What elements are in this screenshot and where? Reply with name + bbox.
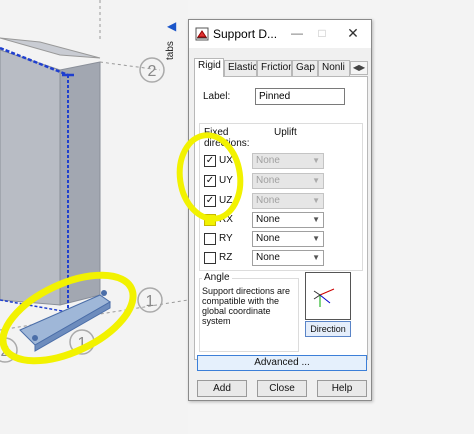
tab-gap[interactable]: Gap	[292, 60, 318, 76]
angle-caption: Angle	[202, 272, 232, 283]
arrow-left-icon[interactable]: ◀	[167, 20, 176, 32]
support-axes-icon	[313, 288, 335, 307]
chevron-down-icon: ▼	[312, 196, 320, 205]
tab-friction[interactable]: Friction	[257, 60, 292, 76]
checkbox-rz[interactable]	[204, 252, 216, 264]
model-viewport[interactable]: 2 1 2 1	[0, 0, 188, 434]
direction-row-uy: ✓ UY None ▼	[204, 173, 354, 189]
axis-bubble-1-bottom: 1	[78, 335, 87, 352]
direction-preview	[305, 272, 351, 320]
direction-row-ry: RY None ▼	[204, 231, 354, 247]
maximize-icon[interactable]: □	[312, 24, 332, 42]
checkbox-ry[interactable]	[204, 233, 216, 245]
tab-elastic[interactable]: Elastic	[224, 60, 257, 76]
direction-row-uz: ✓ UZ None ▼	[204, 193, 354, 209]
direction-row-rz: RZ None ▼	[204, 250, 354, 266]
viewport-right-area[interactable]	[380, 0, 474, 434]
uplift-select-ux: None ▼	[252, 153, 324, 169]
close-button[interactable]: Close	[257, 380, 307, 397]
dialog-tab-row: Rigid Elastic Friction Gap Nonli ◀▶	[194, 58, 368, 77]
tab-rigid[interactable]: Rigid	[194, 58, 224, 77]
chevron-down-icon: ▼	[312, 253, 320, 262]
dialog-title: Support D...	[213, 27, 278, 41]
axis-bubble-1-right: 1	[146, 293, 155, 310]
angle-description: Support directions are compatible with t…	[202, 286, 291, 326]
direction-label-ux: UX	[219, 155, 233, 166]
label-input[interactable]	[255, 88, 345, 105]
direction-row-rx: RX None ▼	[204, 212, 354, 228]
checkbox-rx[interactable]	[204, 214, 216, 226]
advanced-button[interactable]: Advanced ...	[197, 355, 367, 371]
checkbox-uy[interactable]: ✓	[204, 175, 216, 187]
uplift-select-uz: None ▼	[252, 193, 324, 209]
uplift-select-ry[interactable]: None ▼	[252, 231, 324, 247]
direction-label-uz: UZ	[219, 195, 233, 206]
chevron-down-icon: ▼	[312, 156, 320, 165]
side-tabs-label[interactable]: tabs	[165, 41, 176, 60]
axis-bubble-2-bottom: 2	[1, 343, 10, 360]
chevron-down-icon: ▼	[312, 234, 320, 243]
uplift-select-uy: None ▼	[252, 173, 324, 189]
support-app-icon	[195, 27, 209, 41]
direction-row-ux: ✓ UX None ▼	[204, 153, 354, 169]
axis-bubble-2-top: 2	[148, 63, 157, 80]
checkbox-uz[interactable]: ✓	[204, 195, 216, 207]
side-tabs-strip[interactable]: ◀ tabs	[163, 20, 183, 72]
chevron-down-icon: ▼	[312, 215, 320, 224]
minimize-icon[interactable]: —	[287, 24, 307, 42]
tab-scroll-arrows-icon[interactable]: ◀▶	[350, 61, 368, 75]
support-definition-dialog: Support D... — □ ✕ Rigid Elastic Frictio…	[188, 19, 372, 401]
fixed-directions-caption: Fixed directions:	[202, 127, 262, 149]
add-button[interactable]: Add	[197, 380, 247, 397]
direction-label-ry: RY	[219, 233, 233, 244]
direction-button[interactable]: Direction	[305, 321, 351, 337]
direction-label-rz: RZ	[219, 252, 233, 263]
help-button[interactable]: Help	[317, 380, 367, 397]
checkbox-ux[interactable]: ✓	[204, 155, 216, 167]
direction-label-uy: UY	[219, 175, 233, 186]
uplift-caption: Uplift	[274, 127, 297, 138]
tab-nonlinear[interactable]: Nonli	[318, 60, 350, 76]
uplift-select-rz[interactable]: None ▼	[252, 250, 324, 266]
label-caption: Label:	[203, 91, 231, 102]
chevron-down-icon: ▼	[312, 176, 320, 185]
structure-drawing: 2 1 2 1	[0, 0, 188, 363]
dialog-titlebar[interactable]: Support D... — □ ✕	[189, 20, 371, 48]
direction-label-rx: RX	[219, 214, 233, 225]
uplift-select-rx[interactable]: None ▼	[252, 212, 324, 228]
close-icon[interactable]: ✕	[343, 24, 363, 42]
